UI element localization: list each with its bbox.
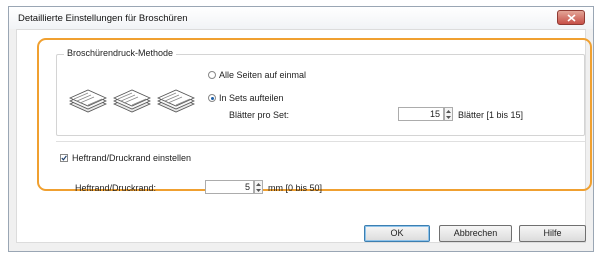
radio-split-sets-indicator[interactable] xyxy=(208,94,216,102)
help-button[interactable]: Hilfe xyxy=(519,225,586,242)
sheets-per-set-input[interactable]: 15 xyxy=(398,107,444,121)
gutter-spinner[interactable] xyxy=(254,180,263,194)
sheets-per-set-unit: Blätter [1 bis 15] xyxy=(458,110,524,120)
title-bar: Detaillierte Einstellungen für Broschüre… xyxy=(9,7,593,29)
radio-all-pages[interactable]: Alle Seiten auf einmal xyxy=(208,70,306,80)
spin-down-icon[interactable] xyxy=(445,114,452,120)
radio-all-pages-label: Alle Seiten auf einmal xyxy=(219,70,307,80)
gutter-checkbox[interactable] xyxy=(60,154,68,162)
gutter-field-label: Heftrand/Druckrand: xyxy=(75,183,157,193)
cancel-button[interactable]: Abbrechen xyxy=(439,225,512,242)
radio-split-sets[interactable]: In Sets aufteilen xyxy=(208,93,284,103)
booklet-method-group-title: Broschürendruck-Methode xyxy=(64,48,177,58)
ok-button[interactable]: OK xyxy=(364,225,430,242)
gutter-checkbox-label: Heftrand/Druckrand einstellen xyxy=(72,153,192,163)
spin-down-icon[interactable] xyxy=(255,187,262,193)
gutter-input[interactable]: 5 xyxy=(205,180,254,194)
section-divider xyxy=(56,141,585,142)
close-button[interactable] xyxy=(557,10,585,25)
close-icon xyxy=(567,14,576,22)
sheets-per-set-spinner[interactable] xyxy=(444,107,453,121)
checkmark-icon xyxy=(61,155,67,161)
radio-split-sets-label: In Sets aufteilen xyxy=(219,93,284,103)
booklet-icon xyxy=(69,89,195,113)
radio-all-pages-indicator[interactable] xyxy=(208,71,216,79)
dialog-title: Detaillierte Einstellungen für Broschüre… xyxy=(18,13,188,24)
sheets-per-set-label: Blätter pro Set: xyxy=(229,110,290,120)
gutter-unit: mm [0 bis 50] xyxy=(268,183,323,193)
